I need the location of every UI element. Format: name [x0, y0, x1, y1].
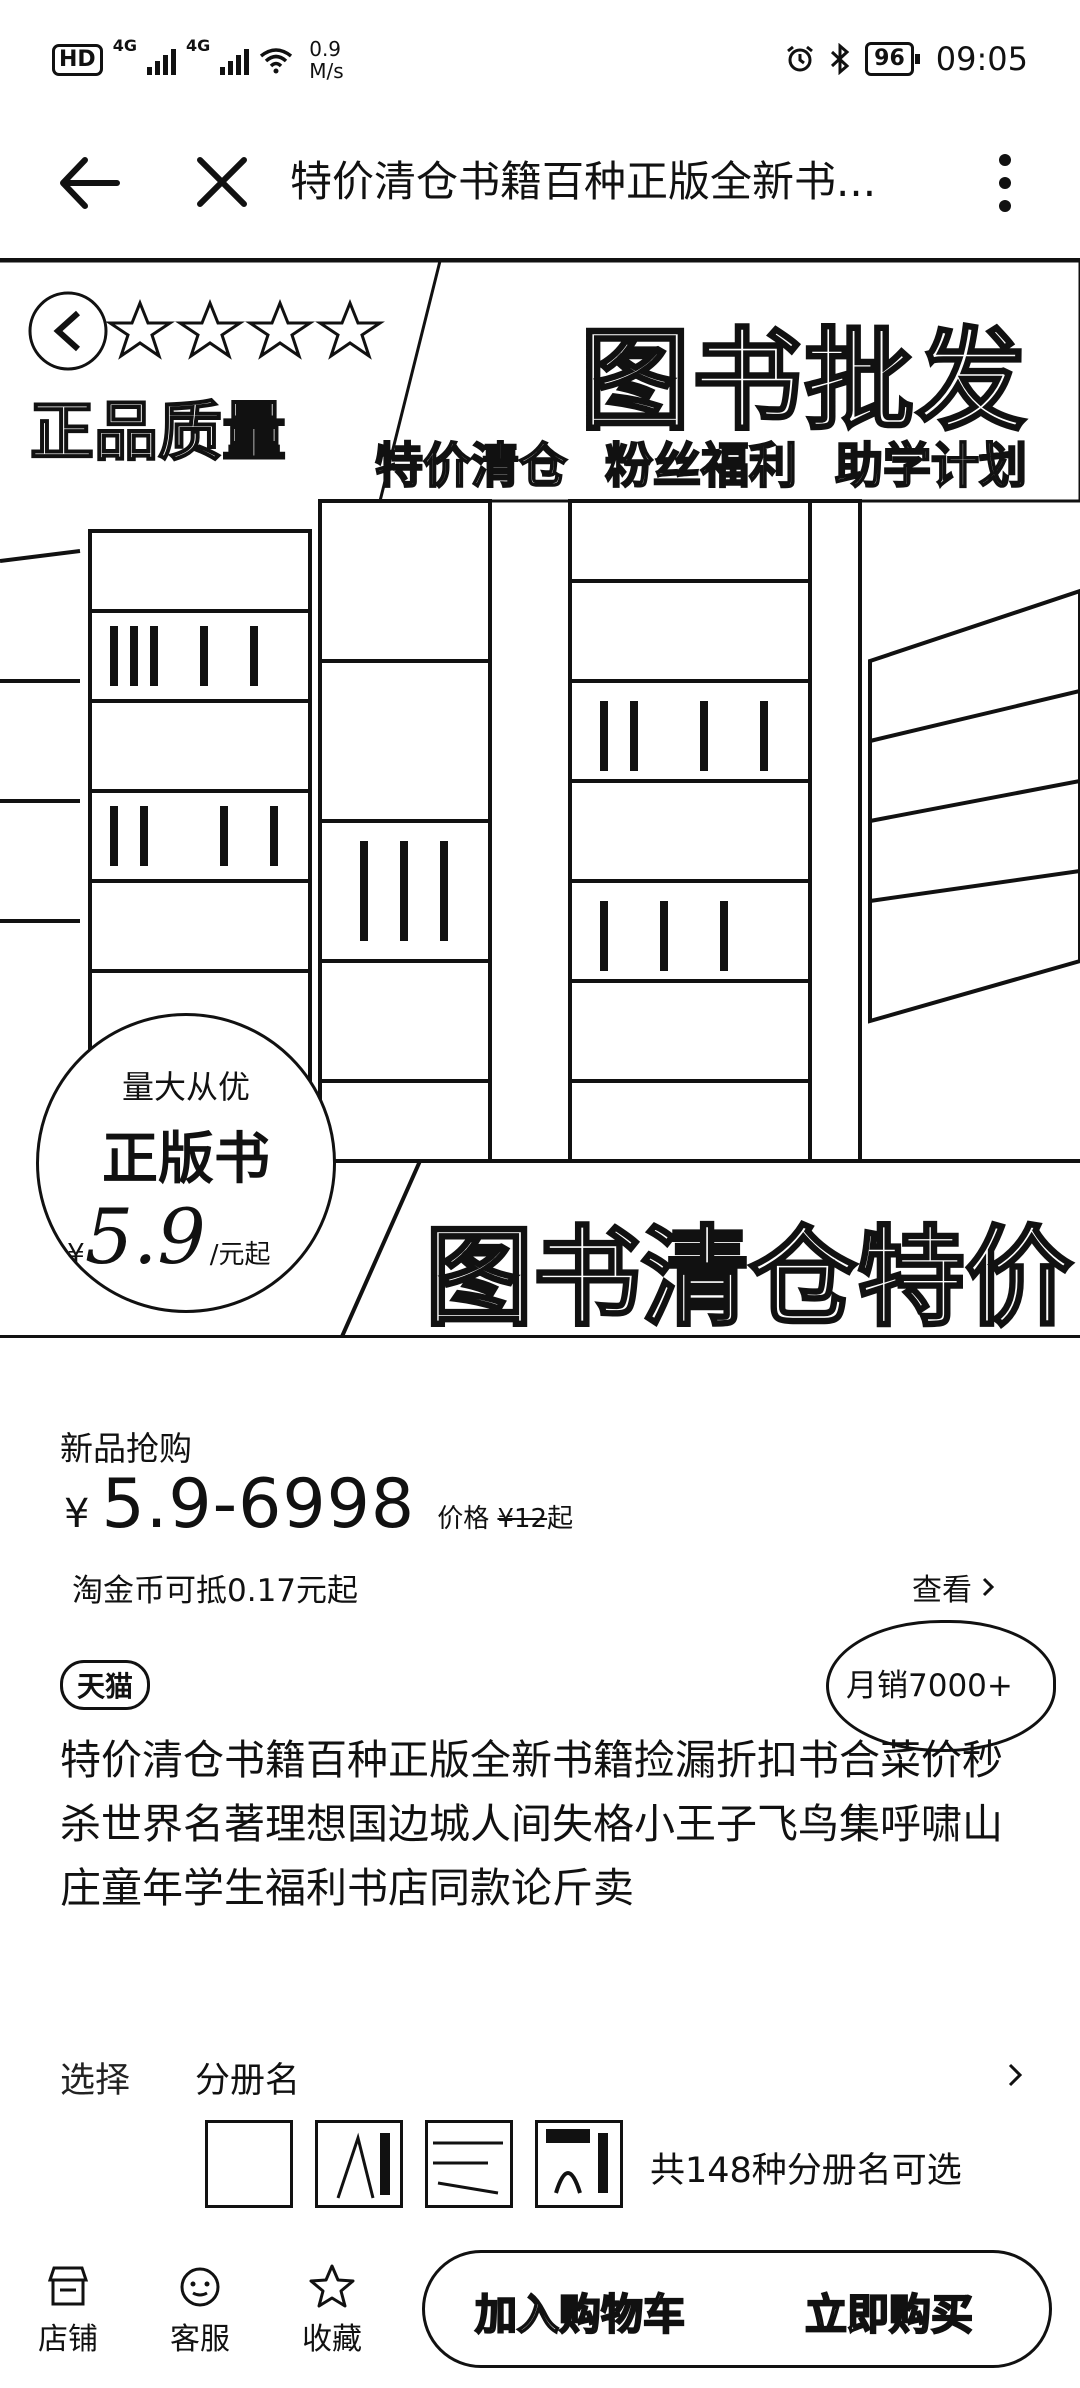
bottom-action-bar: 店铺 客服 收藏 加入购物车 立即购买 — [0, 2240, 1080, 2388]
purchase-actions: 加入购物车 立即购买 — [422, 2250, 1052, 2368]
service-button[interactable]: 客服 — [150, 2262, 250, 2358]
store-icon — [47, 2266, 89, 2306]
price-badge-unit: /元起 — [209, 1240, 271, 1270]
variant-thumb[interactable] — [535, 2120, 623, 2208]
hd-badge: HD — [52, 44, 103, 76]
variant-thumbnails — [205, 2120, 623, 2208]
price-badge-top: 量大从优 — [121, 1068, 250, 1106]
favorite-label: 收藏 — [302, 2322, 362, 2357]
variant-selector[interactable]: 选择 分册名 — [60, 2052, 1030, 2102]
promo-label: 新品抢购 — [60, 1429, 192, 1468]
service-label: 客服 — [170, 2322, 230, 2357]
close-icon[interactable] — [190, 150, 254, 214]
signal-icon-2 — [220, 45, 250, 75]
favorite-button[interactable]: 收藏 — [282, 2262, 382, 2358]
price-badge-price: ¥ 5.9 /元起 — [67, 1192, 270, 1281]
status-right: 96 09:05 — [785, 40, 1028, 78]
currency-symbol: ¥ — [64, 1491, 90, 1537]
variant-thumb[interactable] — [205, 2120, 293, 2208]
product-hero-image[interactable]: 图书批发 正品质量 特价清仓 粉丝福利 助学计划 图书清仓特价 量大从优 正版书… — [0, 258, 1080, 1338]
hero-tag: 特价清仓 — [374, 437, 568, 495]
hero-tags: 特价清仓 粉丝福利 助学计划 — [374, 426, 1028, 496]
variants-count: 共148种分册名可选 — [650, 2151, 962, 2191]
original-price: 价格 ¥12起 — [437, 1498, 573, 1535]
page-title: 特价清仓书籍百种正版全新书... — [290, 157, 877, 206]
customer-service-icon — [180, 2267, 220, 2307]
price-range: 5.9-6998 — [101, 1465, 416, 1544]
star-icon — [309, 2264, 355, 2308]
coin-discount: 淘金币可抵0.17元起 — [72, 1573, 359, 1609]
speed-unit: M/s — [309, 59, 344, 83]
view-coin-link[interactable]: 查看 — [912, 1565, 998, 1609]
chevron-right-icon — [982, 1577, 995, 1597]
bluetooth-icon — [831, 43, 850, 75]
nav-bar: 特价清仓书籍百种正版全新书... — [0, 120, 1080, 260]
monthly-sales: 月销7000+ — [846, 1668, 1013, 1704]
shop-label: 店铺 — [38, 2322, 98, 2357]
select-value: 分册名 — [195, 2061, 301, 2101]
product-title: 特价清仓书籍百种正版全新书籍捡漏折扣书合菜价秒杀世界名著理想国边城人间失格小王子… — [60, 1736, 1003, 1912]
signal-icon — [146, 45, 176, 75]
hero-tag: 助学计划 — [834, 437, 1028, 495]
speed-value: 0.9 — [309, 37, 342, 61]
price-badge: 量大从优 正版书 ¥ 5.9 /元起 — [36, 1013, 336, 1313]
status-left: HD 4G 4G 0.9 M/s — [52, 38, 344, 82]
price-badge-yen: ¥ — [67, 1237, 85, 1270]
orig-price-suffix: 起 — [547, 1504, 574, 1534]
price-badge-main: 正版书 — [102, 1127, 270, 1192]
tmall-badge: 天猫 — [60, 1660, 151, 1710]
wifi-icon — [260, 48, 293, 74]
add-to-cart-button[interactable]: 加入购物车 — [474, 2281, 686, 2342]
hero-tag: 粉丝福利 — [604, 437, 798, 495]
variant-thumb[interactable] — [425, 2120, 513, 2208]
chevron-right-icon — [1008, 2063, 1023, 2087]
buy-now-button[interactable]: 立即购买 — [804, 2281, 974, 2342]
battery-icon: 96 — [865, 42, 920, 76]
network-type-2: 4G — [185, 36, 211, 55]
orig-price-prefix: 价格 — [437, 1504, 498, 1534]
orig-price-value: ¥12 — [497, 1504, 548, 1534]
price-row: ¥ 5.9-6998 价格 ¥12起 — [64, 1465, 573, 1544]
network-type-1: 4G — [112, 36, 137, 55]
price-badge-number: 5.9 — [84, 1192, 206, 1281]
network-speed: 0.9 M/s — [309, 38, 343, 82]
variant-thumb[interactable] — [315, 2120, 403, 2208]
view-label: 查看 — [912, 1573, 972, 1608]
alarm-icon — [787, 45, 814, 72]
hero-quality-label: 正品质量 — [29, 395, 287, 471]
select-label: 选择 — [60, 2061, 131, 2101]
status-bar: HD 4G 4G 0.9 M/s 96 09:05 — [0, 0, 1080, 120]
clock: 09:05 — [935, 40, 1028, 78]
more-options-icon[interactable] — [985, 148, 1025, 218]
back-arrow-icon[interactable] — [55, 148, 125, 218]
shop-button[interactable]: 店铺 — [18, 2262, 118, 2358]
hero-bottom-title: 图书清仓特价 — [423, 1214, 1074, 1338]
